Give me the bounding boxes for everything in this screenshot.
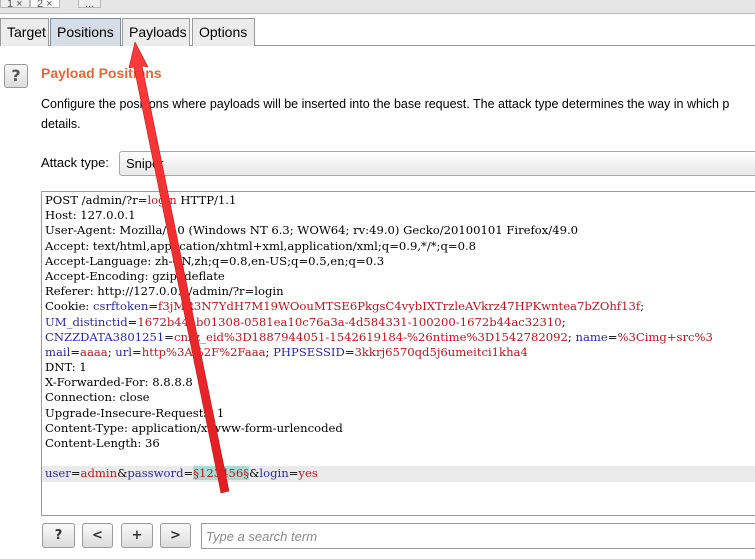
request-line: UM_distinctid=1672b44ab01308-0581ea10c76… — [45, 314, 566, 329]
request-line: Accept-Encoding: gzip, deflate — [45, 268, 225, 283]
attack-type-label: Attack type: — [41, 155, 109, 170]
tab-options[interactable]: Options — [192, 18, 255, 46]
outer-tab-strip: 1 × 2 × ... — [0, 0, 755, 14]
description-line-1: Configure the positions where payloads w… — [41, 97, 730, 111]
tab-positions[interactable]: Positions — [50, 18, 121, 46]
request-line: Cookie: csrftoken=f3jMR3N7YdH7M19WOouMTS… — [45, 299, 645, 314]
request-line: DNT: 1 — [45, 360, 87, 375]
intruder-tabbar: Target Positions Payloads Options — [0, 14, 755, 46]
previous-button[interactable]: < — [82, 523, 113, 548]
section-title: Payload Positions — [41, 65, 162, 81]
section-description: Configure the positions where payloads w… — [41, 94, 755, 134]
request-line: mail=aaaa; url=http%3A%2F%2Faaa; PHPSESS… — [45, 344, 528, 359]
request-line: X-Forwarded-For: 8.8.8.8 — [45, 375, 193, 390]
add-button[interactable]: + — [121, 523, 153, 548]
request-line: Connection: close — [45, 390, 150, 405]
tab-target[interactable]: Target — [0, 18, 49, 46]
help-icon[interactable]: ? — [4, 64, 28, 88]
attack-type-select[interactable]: Sniper — [119, 151, 755, 176]
tab-payloads[interactable]: Payloads — [122, 18, 190, 46]
request-line: Accept-Language: zh-CN,zh;q=0.8,en-US;q=… — [45, 253, 385, 268]
help-button[interactable]: ? — [42, 523, 75, 548]
request-line: Content-Length: 36 — [45, 436, 160, 450]
request-line: Referer: http://127.0.0.1/admin/?r=login — [45, 284, 284, 299]
request-line — [45, 451, 755, 466]
request-line: CNZZDATA3801251=cnzz_eid%3D1887944051-15… — [45, 329, 713, 344]
request-line: User-Agent: Mozilla/5.0 (Windows NT 6.3;… — [45, 223, 579, 238]
request-line: Host: 127.0.0.1 — [45, 208, 136, 223]
outer-tab-2[interactable]: 2 × — [30, 0, 60, 8]
description-line-2: details. — [41, 117, 81, 131]
request-line: Upgrade-Insecure-Requests: 1 — [45, 405, 225, 420]
request-line: user=admin&password=§123456§&login=yes — [42, 466, 755, 482]
request-line: Content-Type: application/x-www-form-url… — [45, 420, 343, 435]
request-editor[interactable]: POST /admin/?r=login HTTP/1.1 Host: 127.0… — [41, 191, 755, 516]
request-line: POST /admin/?r=login HTTP/1.1 — [45, 193, 237, 207]
search-input[interactable] — [201, 523, 755, 549]
outer-tab-more[interactable]: ... — [78, 0, 102, 8]
request-line: Accept: text/html,application/xhtml+xml,… — [45, 238, 477, 253]
outer-tab-1[interactable]: 1 × — [0, 0, 30, 8]
next-button[interactable]: > — [160, 523, 191, 548]
